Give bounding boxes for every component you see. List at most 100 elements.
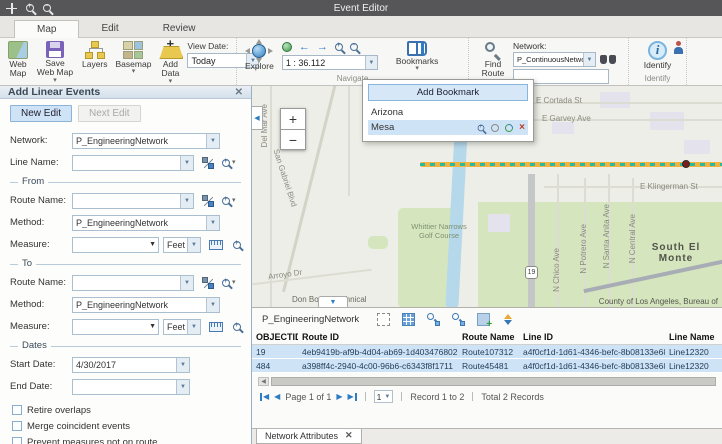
ribbon-network-select[interactable]: P_ContinuousNetwork ▼ <box>513 52 596 67</box>
explore-button[interactable]: Explore <box>241 40 278 72</box>
zoom-out-tool-icon[interactable]: − <box>350 43 358 51</box>
prevent-measures-option[interactable]: Prevent measures not on route <box>12 436 241 444</box>
layers-button[interactable]: Layers <box>78 40 112 70</box>
zoom-to-selected-icon[interactable] <box>427 313 440 326</box>
chevron-down-icon: ▼ <box>206 216 219 230</box>
tab-edit[interactable]: Edit <box>79 20 140 37</box>
web-map-button[interactable]: Web Map <box>4 40 32 80</box>
horizontal-scrollbar[interactable]: ◀ <box>258 376 716 387</box>
column-header[interactable]: Line ID <box>519 330 665 345</box>
new-edit-button[interactable]: New Edit <box>10 105 72 122</box>
column-header[interactable]: Route ID <box>298 330 458 345</box>
sort-icon[interactable] <box>502 313 515 326</box>
bookmark-item-mesa[interactable]: Mesa + × <box>368 120 528 135</box>
chevron-down-icon: ▼ <box>180 194 193 208</box>
column-header[interactable]: OBJECTID <box>252 330 298 345</box>
previous-page-icon[interactable]: ◀ <box>274 392 280 401</box>
line-name-label: Line Name: <box>10 157 72 168</box>
scroll-left-icon[interactable]: ◀ <box>258 377 269 386</box>
to-route-name-input[interactable]: ▼ <box>72 275 194 291</box>
end-date-input[interactable]: ▼ <box>72 379 190 395</box>
find-route-button[interactable]: Find Route <box>473 40 513 80</box>
zoom-to-route-icon[interactable]: +▾ <box>222 197 236 205</box>
layers-icon <box>85 41 105 59</box>
checkbox-icon[interactable] <box>12 437 22 444</box>
from-unit-select[interactable]: Feet ▼ <box>163 237 201 253</box>
table-row[interactable]: 19 4eb9419b-af9b-4d04-ab69-1d403476802b … <box>252 345 722 359</box>
checkbox-icon[interactable] <box>12 405 22 415</box>
pan-to-bookmark-icon[interactable] <box>491 124 499 132</box>
chevron-down-icon: ▼ <box>384 394 390 400</box>
binoculars-icon[interactable] <box>600 55 616 65</box>
person-icon[interactable] <box>673 41 684 54</box>
table-row[interactable]: 484 a398ff4c-2940-4c00-96b6-c6343f8f1711… <box>252 359 722 373</box>
zoom-to-route-icon[interactable]: +▾ <box>222 279 236 287</box>
collapse-table-arrow[interactable]: ▼ <box>318 296 348 307</box>
bookmarks-button[interactable]: Bookmarks ▾ <box>392 40 443 72</box>
add-to-selection-icon[interactable] <box>477 313 490 326</box>
map-zoom-in-button[interactable]: + <box>280 108 306 129</box>
measure-on-map-icon[interactable] <box>209 240 223 250</box>
full-extent-icon[interactable] <box>282 42 292 52</box>
to-section-label: To <box>18 258 36 269</box>
retire-overlaps-option[interactable]: Retire overlaps <box>12 404 241 416</box>
to-unit-select[interactable]: Feet ▼ <box>163 319 201 335</box>
pan-to-selected-icon[interactable] <box>452 313 465 326</box>
from-method-select[interactable]: P_EngineeringNetwork ▼ <box>72 215 220 231</box>
select-line-on-map-icon[interactable] <box>202 157 214 169</box>
collapse-panel-arrow[interactable]: ◀ <box>252 106 263 130</box>
merge-coincident-option[interactable]: Merge coincident events <box>12 420 241 432</box>
attribute-table-icon[interactable] <box>402 313 415 326</box>
next-page-icon[interactable]: ▶ <box>336 392 342 401</box>
page-indicator: Page 1 of 1 <box>285 392 331 402</box>
zoom-to-line-icon[interactable]: +▾ <box>222 159 236 167</box>
selection-options-icon[interactable] <box>377 313 390 326</box>
add-bookmark-button[interactable]: Add Bookmark <box>368 84 528 101</box>
measure-on-map-icon[interactable] <box>209 322 223 332</box>
last-page-icon[interactable]: ▶ <box>348 392 357 401</box>
from-measure-input[interactable]: ▼ <box>72 237 159 253</box>
tab-review[interactable]: Review <box>141 20 218 37</box>
previous-extent-icon[interactable]: ← <box>299 42 310 52</box>
column-header[interactable]: Line Name <box>665 330 722 345</box>
route-name-label: Route Name: <box>10 277 72 288</box>
next-edit-button[interactable]: Next Edit <box>78 105 141 122</box>
group-navigate: Explore ← → + − 1 : 36.112 ▼ <box>237 38 469 85</box>
zoom-to-measure-icon[interactable]: + <box>233 323 241 331</box>
network-select[interactable]: P_EngineeringNetwork ▼ <box>72 133 220 149</box>
bookmark-item-arizona[interactable]: Arizona <box>368 105 528 120</box>
checkbox-icon[interactable] <box>12 421 22 431</box>
ribbon-tabs: Map Edit Review <box>0 16 722 38</box>
start-date-label: Start Date: <box>10 359 72 370</box>
close-icon[interactable]: ✕ <box>235 87 243 98</box>
delete-bookmark-icon[interactable]: × <box>519 122 525 133</box>
column-header[interactable]: Route Name <box>458 330 519 345</box>
to-method-select[interactable]: P_EngineeringNetwork ▼ <box>72 297 220 313</box>
map-zoom-out-button[interactable]: − <box>280 129 306 150</box>
to-measure-input[interactable]: ▼ <box>72 319 159 335</box>
from-route-name-input[interactable]: ▼ <box>72 193 194 209</box>
map-scale-select[interactable]: 1 : 36.112 ▼ <box>282 55 378 70</box>
chevron-down-icon: ▼ <box>180 156 193 170</box>
first-page-icon[interactable]: ◀ <box>260 392 269 401</box>
tab-network-attributes[interactable]: Network Attributes ✕ <box>256 429 362 444</box>
page-select[interactable]: 1 ▼ <box>374 390 394 403</box>
save-web-map-button[interactable]: Save Web Map ▾ <box>32 40 78 84</box>
tab-map[interactable]: Map <box>14 20 79 38</box>
line-name-input[interactable]: ▼ <box>72 155 194 171</box>
scrollbar-thumb[interactable] <box>271 377 716 386</box>
zoom-to-measure-icon[interactable]: + <box>233 241 241 249</box>
start-date-input[interactable]: 4/30/2017 ▼ <box>72 357 190 373</box>
next-extent-icon[interactable]: → <box>317 42 328 52</box>
identify-button[interactable]: i Identify <box>640 40 675 71</box>
close-tab-icon[interactable]: ✕ <box>345 430 353 441</box>
zoom-to-bookmark-icon[interactable]: + <box>478 124 485 131</box>
update-bookmark-icon[interactable] <box>503 122 514 133</box>
select-route-on-map-icon[interactable] <box>202 277 214 289</box>
find-route-icon <box>484 41 502 59</box>
map-block <box>684 140 710 154</box>
select-route-on-map-icon[interactable] <box>202 195 214 207</box>
zoom-in-tool-icon[interactable]: + <box>335 43 343 51</box>
add-data-button[interactable]: Add Data ▾ <box>155 40 185 85</box>
basemap-button[interactable]: Basemap ▾ <box>112 40 156 75</box>
